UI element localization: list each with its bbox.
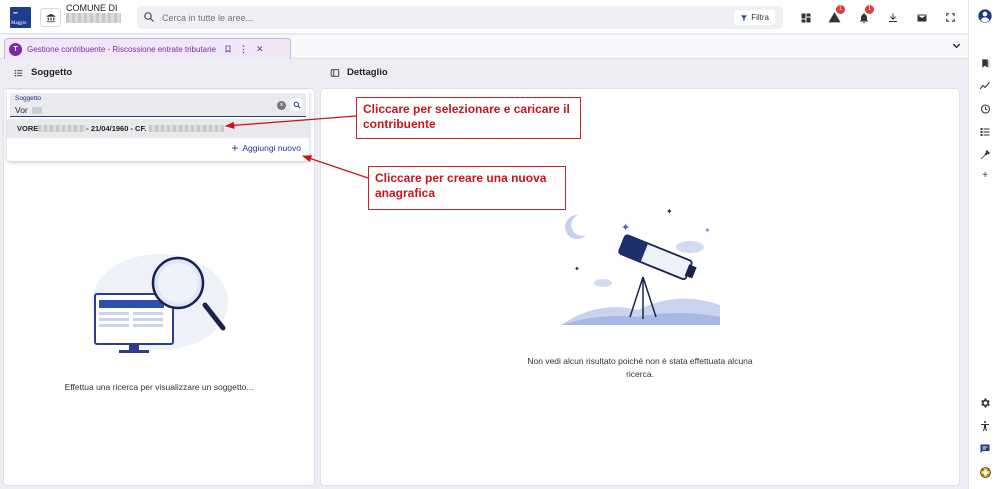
callout-create-anagrafica: Cliccare per creare una nuova anagrafica — [368, 166, 566, 210]
callout-select-contribuente: Cliccare per selezionare e caricare il c… — [356, 97, 581, 139]
arrow-to-add — [301, 155, 369, 179]
arrow-to-result — [224, 115, 357, 129]
annotation-arrows — [224, 115, 369, 179]
